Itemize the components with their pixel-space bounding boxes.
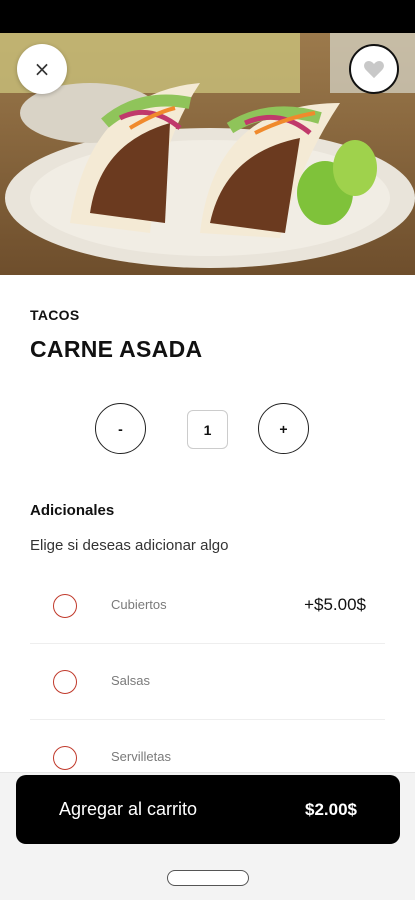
add-to-cart-label: Agregar al carrito	[59, 799, 198, 819]
heart-icon	[364, 60, 384, 79]
option-label: Servilletas	[111, 749, 171, 764]
quantity-value: 1	[187, 410, 228, 449]
product-title: CARNE ASADA	[30, 336, 203, 362]
option-label: Cubiertos	[111, 597, 167, 612]
decrement-button[interactable]: -	[95, 403, 146, 454]
option-row-salsas[interactable]: Salsas	[30, 644, 385, 720]
option-price: +$5.00$	[304, 595, 366, 614]
extras-title: Adicionales	[30, 502, 115, 519]
radio-button[interactable]	[53, 594, 77, 618]
increment-button[interactable]: +	[258, 403, 309, 454]
radio-button[interactable]	[53, 670, 77, 694]
option-label: Salsas	[111, 673, 151, 688]
favorite-button[interactable]	[349, 44, 399, 94]
home-indicator[interactable]	[167, 870, 249, 886]
radio-button[interactable]	[53, 746, 77, 770]
option-row-cubiertos[interactable]: Cubiertos +$5.00$	[30, 568, 385, 644]
add-to-cart-button[interactable]: Agregar al carrito $2.00$	[16, 775, 400, 844]
product-category: TACOS	[30, 307, 80, 323]
cart-total: $2.00$	[305, 799, 357, 819]
extras-subtitle: Elige si deseas adicionar algo	[30, 537, 229, 554]
close-icon: ×	[33, 57, 51, 81]
close-button[interactable]: ×	[17, 44, 67, 94]
status-bar	[0, 0, 415, 33]
